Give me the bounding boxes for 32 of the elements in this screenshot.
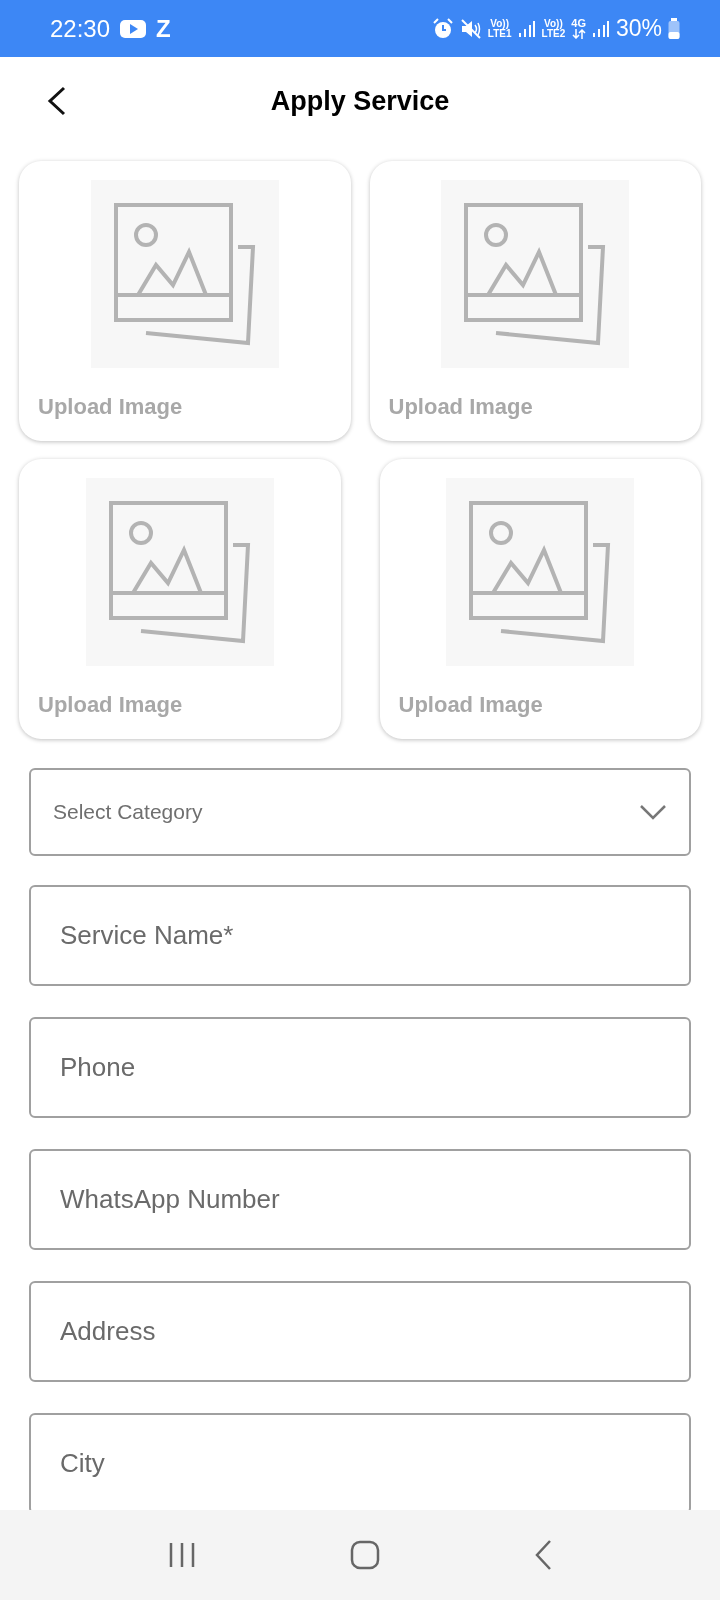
input-field[interactable]: Phone <box>29 1017 691 1118</box>
battery-percent: 30% <box>615 14 662 44</box>
battery-icon <box>668 17 680 40</box>
page-title: Apply Service <box>270 84 450 118</box>
upload-image-card[interactable]: Upload Image <box>379 459 701 739</box>
mute-icon <box>459 17 482 40</box>
upload-image-card[interactable]: Upload Image <box>19 459 341 739</box>
lte-label: LTE2 <box>541 28 566 39</box>
home-icon[interactable] <box>350 1540 380 1570</box>
network-type: 4G <box>571 18 586 29</box>
image-placeholder-icon <box>446 478 635 666</box>
upload-image-card[interactable]: Upload Image <box>369 161 701 441</box>
clock-time: 22:30 <box>50 13 111 44</box>
input-field[interactable]: WhatsApp Number <box>29 1149 691 1250</box>
input-field[interactable]: Service Name* <box>29 885 691 986</box>
image-placeholder-icon <box>85 478 274 666</box>
signal-icon <box>591 18 610 39</box>
signal-icon <box>517 18 536 39</box>
data-arrows-icon <box>571 29 586 39</box>
volte-label: Vo)) <box>544 18 563 29</box>
alarm-icon <box>431 17 454 40</box>
category-dropdown[interactable]: Select Category <box>29 768 691 856</box>
back-nav-icon[interactable] <box>533 1539 554 1571</box>
input-field[interactable]: Address <box>29 1281 691 1382</box>
lte-label: LTE1 <box>487 28 512 39</box>
image-placeholder-icon <box>90 180 279 368</box>
chevron-down-icon <box>639 804 667 820</box>
upload-image-card[interactable]: Upload Image <box>19 161 351 441</box>
app-letter: Z <box>156 13 171 44</box>
volte-label: Vo)) <box>490 18 510 29</box>
video-app-icon <box>120 18 147 39</box>
image-placeholder-icon <box>441 180 630 368</box>
